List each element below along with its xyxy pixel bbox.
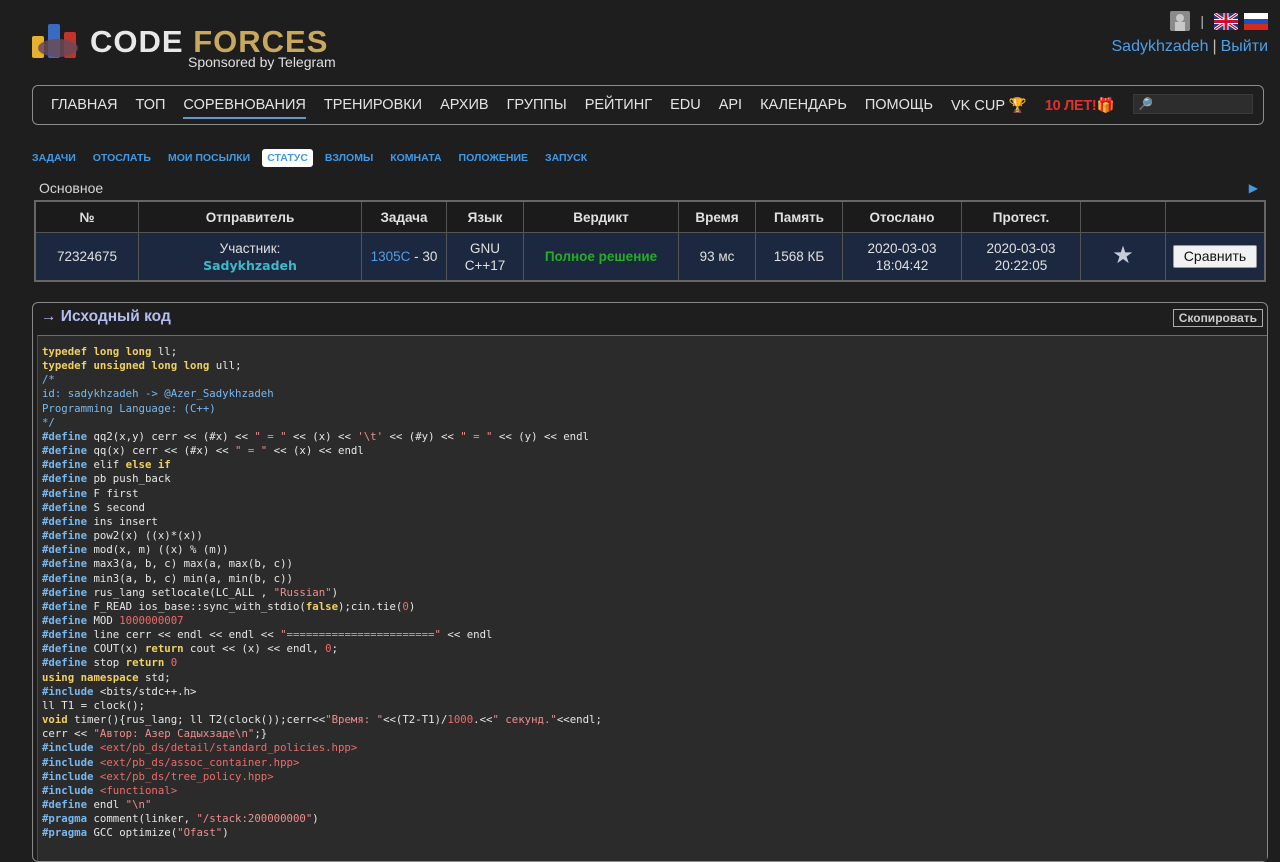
source-code-title: → Исходный код bbox=[41, 308, 171, 325]
col-verdict: Вердикт bbox=[523, 200, 679, 233]
user-silhouette-icon[interactable] bbox=[1170, 11, 1191, 31]
submission-table: № Отправитель Задача Язык Вердикт Время … bbox=[34, 200, 1266, 282]
nav-edu[interactable]: EDU bbox=[670, 97, 701, 114]
nav-archive[interactable]: АРХИВ bbox=[440, 97, 488, 114]
nav-help[interactable]: ПОМОЩЬ bbox=[865, 97, 933, 114]
subnav-custom-run[interactable]: ЗАПУСК bbox=[545, 152, 587, 164]
col-sender: Отправитель bbox=[138, 200, 362, 233]
nav-vkcup[interactable]: VK CUP 🏆 bbox=[951, 97, 1027, 114]
source-code-text: typedef long long ll; typedef unsigned l… bbox=[42, 345, 602, 840]
time-value: 93 мс bbox=[678, 232, 756, 282]
submission-id: 72324675 bbox=[34, 232, 139, 282]
col-lang: Язык bbox=[446, 200, 524, 233]
language-line-2: C++17 bbox=[464, 257, 506, 273]
nav-gym[interactable]: ТРЕНИРОВКИ bbox=[324, 97, 422, 114]
sent-time: 18:04:42 bbox=[875, 257, 929, 273]
sent-date: 2020-03-03 bbox=[867, 240, 937, 256]
subnav-problems[interactable]: ЗАДАЧИ bbox=[32, 152, 76, 164]
nav-calendar[interactable]: КАЛЕНДАРЬ bbox=[760, 97, 847, 114]
nav-10-years[interactable]: 10 ЛЕТ!🎁 bbox=[1044, 97, 1115, 114]
compare-button[interactable]: Сравнить bbox=[1172, 245, 1258, 268]
col-memory: Память bbox=[755, 200, 843, 233]
triangle-right-icon[interactable]: ▶ bbox=[1249, 181, 1258, 195]
subnav-room[interactable]: КОМНАТА bbox=[390, 152, 441, 164]
code-viewer[interactable]: typedef long long ll; typedef unsigned l… bbox=[37, 335, 1267, 861]
nav-home[interactable]: ГЛАВНАЯ bbox=[51, 97, 118, 114]
verdict-text: Полное решение bbox=[544, 249, 658, 264]
trophy-icon: 🏆 bbox=[1008, 98, 1027, 114]
user-panel: | Sadykhzadeh | Выйти bbox=[1112, 10, 1268, 56]
subnav-standings[interactable]: ПОЛОЖЕНИЕ bbox=[459, 152, 528, 164]
source-code-panel: → Исходный код Скопировать typedef long … bbox=[32, 302, 1268, 862]
nav-vkcup-label: VK CUP bbox=[951, 98, 1005, 114]
subnav-hacks[interactable]: ВЗЛОМЫ bbox=[325, 152, 373, 164]
problem-link[interactable]: 1305C bbox=[371, 249, 411, 264]
logo-code-text: CODE bbox=[90, 24, 184, 59]
memory-value: 1568 КБ bbox=[755, 232, 843, 282]
language-line-1: GNU bbox=[470, 240, 500, 256]
table-row: 72324675 Участник: Sadykhzadeh 1305C - 3… bbox=[34, 232, 1266, 282]
logout-link[interactable]: Выйти bbox=[1221, 38, 1268, 55]
nav-groups[interactable]: ГРУППЫ bbox=[507, 97, 567, 114]
judged-date: 2020-03-03 bbox=[986, 240, 1056, 256]
subnav-my-submissions[interactable]: МОИ ПОСЫЛКИ bbox=[168, 152, 250, 164]
col-id: № bbox=[34, 200, 139, 233]
section-title: Основное bbox=[39, 180, 104, 196]
contest-subnav: ЗАДАЧИ ОТОСЛАТЬ МОИ ПОСЫЛКИ СТАТУС ВЗЛОМ… bbox=[32, 149, 604, 167]
sender-role: Участник: bbox=[219, 240, 281, 256]
col-time: Время bbox=[678, 200, 756, 233]
gift-icon: 🎁 bbox=[1096, 98, 1115, 114]
sender-handle-link[interactable]: Sadykhzadeh bbox=[203, 258, 297, 273]
table-header-row: № Отправитель Задача Язык Вердикт Время … bbox=[34, 200, 1266, 233]
problem-points: - 30 bbox=[410, 249, 438, 264]
subnav-status[interactable]: СТАТУС bbox=[262, 149, 313, 167]
col-compare bbox=[1165, 200, 1266, 233]
russia-flag-icon[interactable] bbox=[1244, 12, 1268, 30]
copy-button[interactable]: Скопировать bbox=[1172, 309, 1263, 327]
codeforces-logo[interactable]: CODE FORCES Sponsored by Telegram bbox=[32, 18, 352, 74]
judged-time: 20:22:05 bbox=[994, 257, 1048, 273]
nav-10-years-label: 10 ЛЕТ! bbox=[1044, 98, 1097, 114]
user-separator: | bbox=[1212, 38, 1217, 55]
uk-flag-icon[interactable] bbox=[1214, 12, 1238, 30]
nav-rating[interactable]: РЕЙТИНГ bbox=[585, 97, 652, 114]
nav-top[interactable]: ТОП bbox=[136, 97, 166, 114]
col-judged: Протест. bbox=[961, 200, 1081, 233]
col-sent: Отослано bbox=[842, 200, 962, 233]
flags-separator: | bbox=[1200, 13, 1204, 29]
search-icon: 🔎 bbox=[1138, 97, 1153, 111]
main-nav: ГЛАВНАЯ ТОП СОРЕВНОВАНИЯ ТРЕНИРОВКИ АРХИ… bbox=[32, 85, 1264, 125]
subnav-submit[interactable]: ОТОСЛАТЬ bbox=[93, 152, 151, 164]
search-input[interactable]: 🔎 bbox=[1133, 94, 1253, 114]
username-link[interactable]: Sadykhzadeh bbox=[1112, 38, 1209, 55]
nav-api[interactable]: API bbox=[719, 97, 742, 114]
col-favourite bbox=[1080, 200, 1166, 233]
nav-contests[interactable]: СОРЕВНОВАНИЯ bbox=[183, 97, 307, 119]
sponsor-text: Sponsored by Telegram bbox=[188, 54, 336, 70]
col-problem: Задача bbox=[361, 200, 447, 233]
star-icon[interactable]: ★ bbox=[1112, 242, 1134, 269]
logo-bars-icon bbox=[32, 24, 78, 58]
